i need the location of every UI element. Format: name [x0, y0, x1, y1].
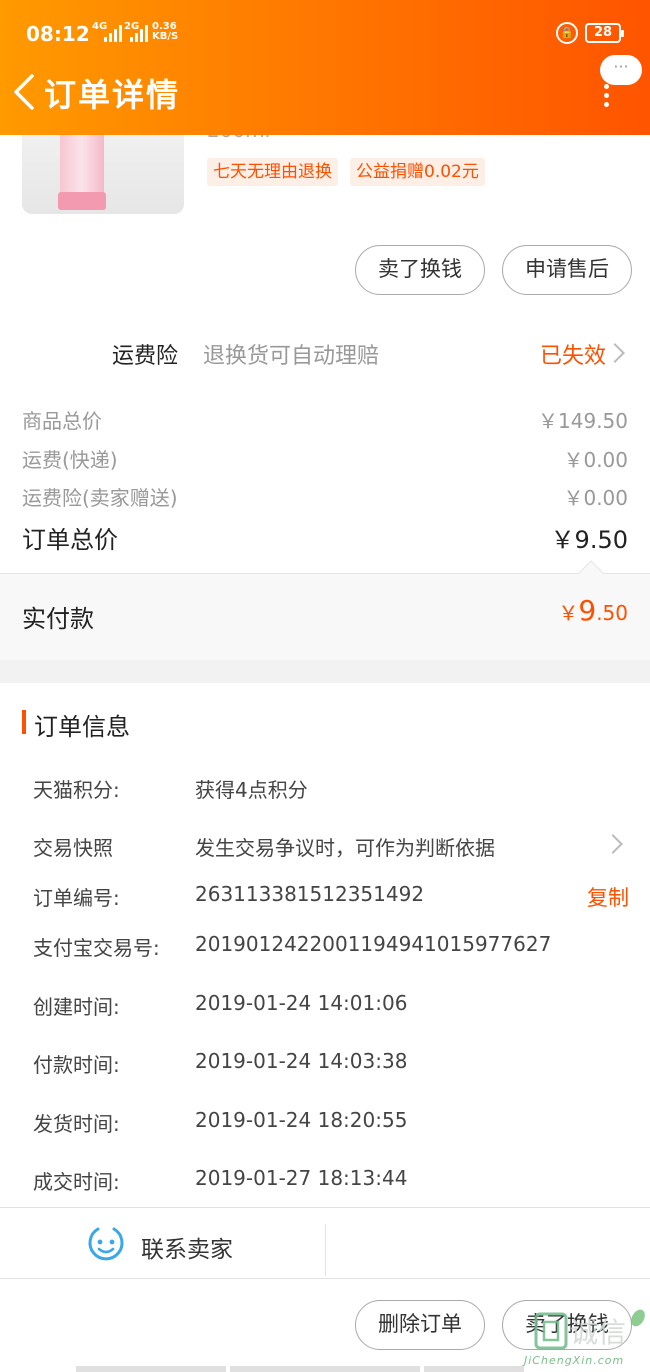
shipped-time-label: 发货时间: [33, 1112, 120, 1136]
goods-total-label: 商品总价 [22, 409, 102, 433]
goods-total-row: 商品总价 ￥149.50 [22, 405, 628, 439]
contact-seller-label: 联系卖家 [141, 1237, 233, 1263]
shipping-fee-value: ￥0.00 [563, 448, 628, 472]
contact-seller-button[interactable]: 联系卖家 [86, 1222, 286, 1266]
alipay-number-row: 支付宝交易号: 2019012422001194941015977627 [33, 932, 633, 964]
actual-payment-integer: 9 [578, 594, 597, 627]
app-header: 08:12 4G 2G 0.36 KB/S 🔒 28 订单详情 ··· [0, 0, 650, 135]
chevron-right-icon [605, 343, 625, 363]
deal-time-row: 成交时间: 2019-01-27 18:13:44 [33, 1166, 633, 1198]
paid-time-row: 付款时间: 2019-01-24 14:03:38 [33, 1049, 633, 1081]
shipped-time-value: 2019-01-24 18:20:55 [195, 1108, 408, 1132]
chat-face-icon [88, 1227, 124, 1261]
order-total-label: 订单总价 [22, 526, 118, 554]
shipping-insurance-row[interactable]: 运费险 退换货可自动理赔 已失效 [0, 330, 650, 376]
order-info-title: 订单信息 [34, 713, 130, 741]
deal-time-value: 2019-01-27 18:13:44 [195, 1166, 408, 1190]
product-tube-cap [58, 192, 106, 210]
request-after-sale-button[interactable]: 申请售后 [502, 245, 632, 295]
order-total-row: 订单总价 ￥9.50 [22, 520, 628, 554]
alipay-number-value: 2019012422001194941015977627 [195, 932, 552, 956]
insurance-fee-row: 运费险(卖家赠送) ￥0.00 [22, 482, 628, 516]
watermark-text: JiChengXin.com [524, 1354, 625, 1367]
delete-order-button[interactable]: 删除订单 [355, 1300, 485, 1350]
section-divider [0, 660, 650, 683]
tmall-points-row: 天猫积分: 获得4点积分 [33, 774, 633, 806]
notch-pointer [578, 560, 604, 586]
network-speed: 0.36 KB/S [152, 22, 178, 42]
bottom-strip [424, 1366, 524, 1372]
battery-icon: 28 [585, 23, 624, 43]
order-number-row: 订单编号: 263113381512351492 [33, 882, 633, 914]
back-button[interactable] [10, 72, 40, 112]
shipping-insurance-desc: 退换货可自动理赔 [203, 344, 380, 369]
signal-2g-icon [130, 24, 152, 42]
more-menu-pill[interactable]: ··· [600, 55, 642, 85]
watermark-glyphs: 诚信 [570, 1316, 626, 1349]
signal-4g-icon [104, 24, 126, 42]
section-accent-bar [22, 710, 26, 734]
bottom-strip [230, 1366, 420, 1372]
shipping-insurance-status: 已失效 [540, 344, 607, 369]
tag-charity-donation: 公益捐赠0.02元 [350, 158, 485, 186]
tag-seven-day-return: 七天无理由退换 [207, 158, 338, 186]
more-options-icon[interactable] [598, 84, 614, 110]
alipay-number-label: 支付宝交易号: [33, 936, 160, 960]
actual-payment-decimal: .50 [596, 601, 628, 625]
paid-time-value: 2019-01-24 14:03:38 [195, 1049, 408, 1073]
shipping-insurance-label: 运费险 [112, 344, 179, 369]
sell-for-cash-button[interactable]: 卖了换钱 [355, 245, 485, 295]
shipping-fee-row: 运费(快递) ￥0.00 [22, 444, 628, 478]
actual-payment-currency: ￥ [558, 601, 579, 625]
copy-order-number-button[interactable]: 复制 [587, 882, 629, 912]
tmall-points-label: 天猫积分: [33, 778, 120, 802]
actual-payment-label: 实付款 [22, 605, 94, 633]
contact-bar: 联系卖家 [0, 1207, 650, 1279]
goods-total-value: ￥149.50 [538, 409, 628, 433]
actual-payment-box: 实付款 ￥9.50 [0, 560, 650, 660]
created-time-label: 创建时间: [33, 995, 120, 1019]
trade-snapshot-value: 发生交易争议时，可作为判断依据 [195, 836, 495, 860]
order-number-value: 263113381512351492 [195, 882, 425, 906]
status-bar: 08:12 4G 2G 0.36 KB/S 🔒 28 [0, 0, 650, 66]
watermark-emblem-icon: 诚信 [534, 1309, 645, 1350]
page-title: 订单详情 [44, 76, 181, 114]
actual-payment-value: ￥9.50 [558, 594, 628, 627]
created-time-row: 创建时间: 2019-01-24 14:01:06 [33, 991, 633, 1023]
shipping-fee-label: 运费(快递) [22, 448, 118, 472]
created-time-value: 2019-01-24 14:01:06 [195, 991, 408, 1015]
chevron-left-icon [14, 74, 34, 110]
trade-snapshot-label: 交易快照 [33, 836, 113, 860]
contact-divider [325, 1224, 326, 1276]
paid-time-label: 付款时间: [33, 1053, 120, 1077]
insurance-fee-label: 运费险(卖家赠送) [22, 486, 178, 510]
order-number-label: 订单编号: [33, 886, 120, 910]
shipped-time-row: 发货时间: 2019-01-24 18:20:55 [33, 1108, 633, 1140]
bottom-strip [76, 1366, 226, 1372]
rotation-lock-icon: 🔒 [556, 22, 578, 44]
order-total-value: ￥9.50 [550, 526, 628, 554]
status-time: 08:12 [26, 22, 90, 46]
trade-snapshot-row[interactable]: 交易快照 发生交易争议时，可作为判断依据 [33, 832, 633, 864]
network-speed-unit: KB/S [152, 31, 179, 42]
tmall-points-value: 获得4点积分 [195, 778, 308, 802]
deal-time-label: 成交时间: [33, 1170, 120, 1194]
insurance-fee-value: ￥0.00 [563, 486, 628, 510]
